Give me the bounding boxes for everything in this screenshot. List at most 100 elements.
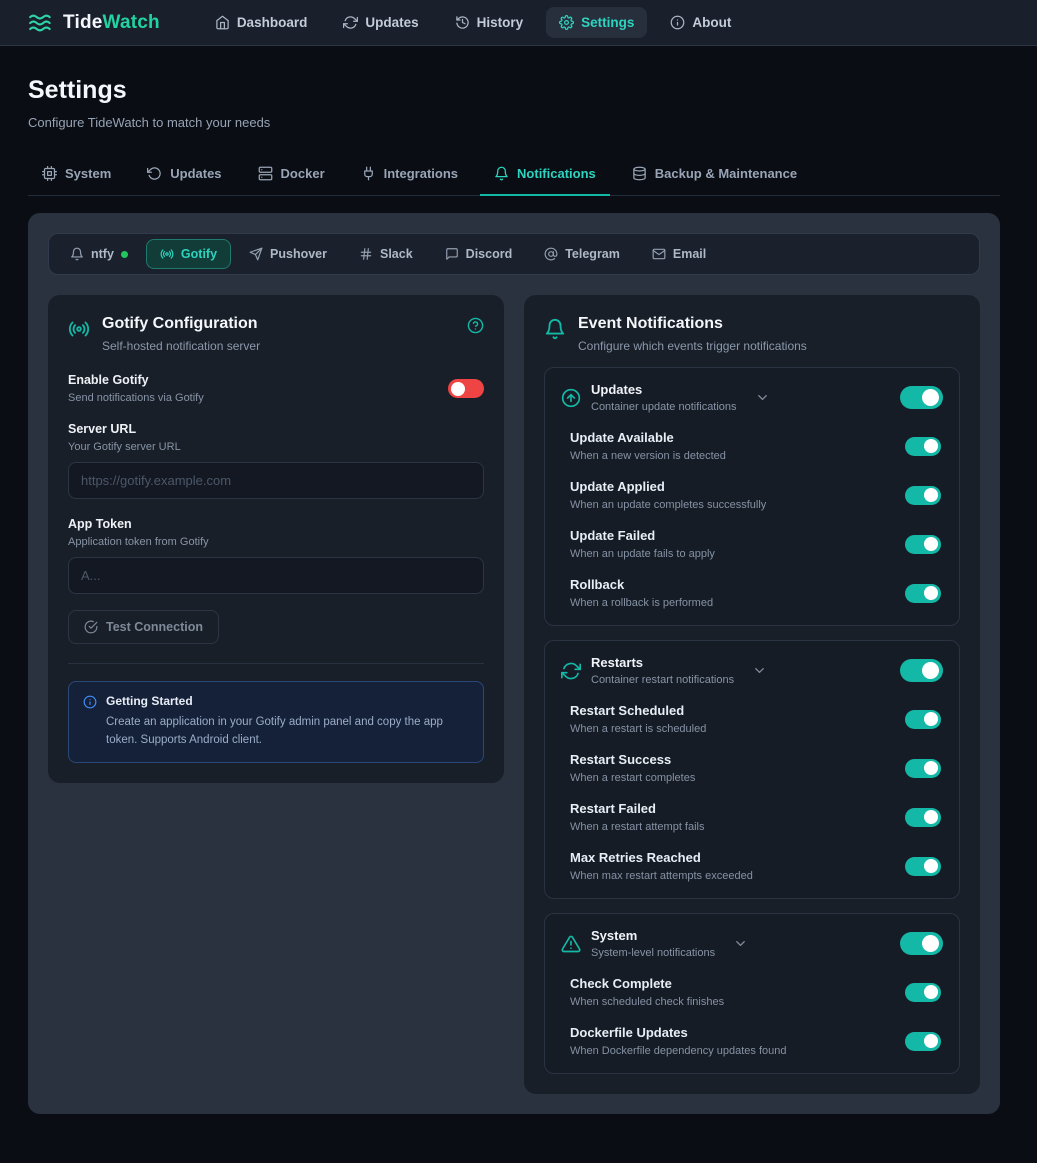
send-icon [249,247,263,261]
event-title: Restart Failed [570,801,705,816]
event-group-system: System System-level notifications Check … [544,913,960,1074]
nav-item-settings[interactable]: Settings [546,7,647,38]
chevron-down-icon[interactable] [733,936,748,951]
top-navbar: TideWatch Dashboard Updates History Sett… [0,0,1037,46]
alert-triangle-icon [561,934,581,954]
group-description: System-level notifications [591,947,715,959]
group-title: Restarts [591,655,734,670]
event-row-check-complete: Check Complete When scheduled check fini… [570,976,941,1008]
toggle-restart-success[interactable] [905,759,941,778]
app-token-field: App Token Application token from Gotify [68,517,484,594]
toggle-restart-failed[interactable] [905,808,941,827]
nav-item-about[interactable]: About [657,7,744,38]
event-row-restart-scheduled: Restart Scheduled When a restart is sche… [570,703,941,735]
tab-label: Integrations [384,166,458,181]
tab-docker[interactable]: Docker [244,156,339,196]
mail-icon [652,247,666,261]
enable-gotify-toggle[interactable] [448,379,484,398]
group-description: Container update notifications [591,401,737,413]
group-description: Container restart notifications [591,674,734,686]
refresh-cw-icon [561,661,581,681]
getting-started-title: Getting Started [106,694,469,708]
card-subtitle: Configure which events trigger notificat… [578,339,807,353]
divider [68,663,484,664]
nav-label: Dashboard [237,15,308,30]
event-description: When an update completes successfully [570,499,766,511]
tab-notifications[interactable]: Notifications [480,156,610,196]
info-icon [670,15,685,30]
toggle-restart-scheduled[interactable] [905,710,941,729]
channel-tab-email[interactable]: Email [638,239,720,269]
event-notifications-card: Event Notifications Configure which even… [524,295,980,1094]
message-square-icon [445,247,459,261]
toggle-update-failed[interactable] [905,535,941,554]
app-token-input[interactable] [68,557,484,594]
event-title: Update Applied [570,479,766,494]
event-description: When a rollback is performed [570,597,713,609]
channel-tab-slack[interactable]: Slack [345,239,427,269]
event-row-update-applied: Update Applied When an update completes … [570,479,941,511]
enable-gotify-description: Send notifications via Gotify [68,392,204,404]
nav-item-history[interactable]: History [442,7,537,38]
plug-icon [361,166,376,181]
toggle-max-retries[interactable] [905,857,941,876]
group-toggle-restarts[interactable] [900,659,943,682]
tab-integrations[interactable]: Integrations [347,156,472,196]
group-title: Updates [591,382,737,397]
bell-icon [544,318,566,340]
radio-icon [160,247,174,261]
nav-item-dashboard[interactable]: Dashboard [202,7,321,38]
channel-tab-discord[interactable]: Discord [431,239,527,269]
channel-tabs: ntfy Gotify Pushover Slack Discord [48,233,980,275]
event-row-rollback: Rollback When a rollback is performed [570,577,941,609]
help-circle-icon[interactable] [467,317,484,334]
channel-tab-gotify[interactable]: Gotify [146,239,231,269]
event-title: Restart Success [570,752,695,767]
bell-icon [494,166,509,181]
chevron-down-icon[interactable] [755,390,770,405]
event-description: When max restart attempts exceeded [570,870,753,882]
enable-gotify-row: Enable Gotify Send notifications via Got… [68,373,484,404]
app-name: TideWatch [63,12,160,34]
toggle-check-complete[interactable] [905,983,941,1002]
tab-label: System [65,166,111,181]
tab-backup-maintenance[interactable]: Backup & Maintenance [618,156,811,196]
cpu-icon [42,166,57,181]
toggle-update-applied[interactable] [905,486,941,505]
test-connection-label: Test Connection [106,620,203,634]
event-row-max-retries: Max Retries Reached When max restart att… [570,850,941,882]
event-description: When an update fails to apply [570,548,715,560]
tab-system[interactable]: System [28,156,125,196]
event-row-update-failed: Update Failed When an update fails to ap… [570,528,941,560]
refresh-icon [343,15,358,30]
server-url-input[interactable] [68,462,484,499]
toggle-dockerfile-updates[interactable] [905,1032,941,1051]
tab-updates[interactable]: Updates [133,156,235,196]
card-title: Gotify Configuration [102,315,260,333]
toggle-rollback[interactable] [905,584,941,603]
event-title: Dockerfile Updates [570,1025,786,1040]
event-title: Rollback [570,577,713,592]
hash-icon [359,247,373,261]
app-logo[interactable]: TideWatch [28,10,160,36]
channel-label: Slack [380,247,413,261]
test-connection-button[interactable]: Test Connection [68,610,219,644]
tab-label: Updates [170,166,221,181]
notifications-panel: ntfy Gotify Pushover Slack Discord [28,213,1000,1114]
app-token-label: App Token [68,517,484,531]
channel-tab-pushover[interactable]: Pushover [235,239,341,269]
toggle-update-available[interactable] [905,437,941,456]
channel-tab-ntfy[interactable]: ntfy [56,239,142,269]
nav-item-updates[interactable]: Updates [330,7,431,38]
nav-label: History [477,15,524,30]
event-title: Check Complete [570,976,724,991]
getting-started-callout: Getting Started Create an application in… [68,681,484,763]
group-toggle-updates[interactable] [900,386,943,409]
group-toggle-system[interactable] [900,932,943,955]
channel-tab-telegram[interactable]: Telegram [530,239,634,269]
arrow-up-circle-icon [561,388,581,408]
event-description: When a restart completes [570,772,695,784]
channel-label: Email [673,247,706,261]
server-url-label: Server URL [68,422,484,436]
chevron-down-icon[interactable] [752,663,767,678]
